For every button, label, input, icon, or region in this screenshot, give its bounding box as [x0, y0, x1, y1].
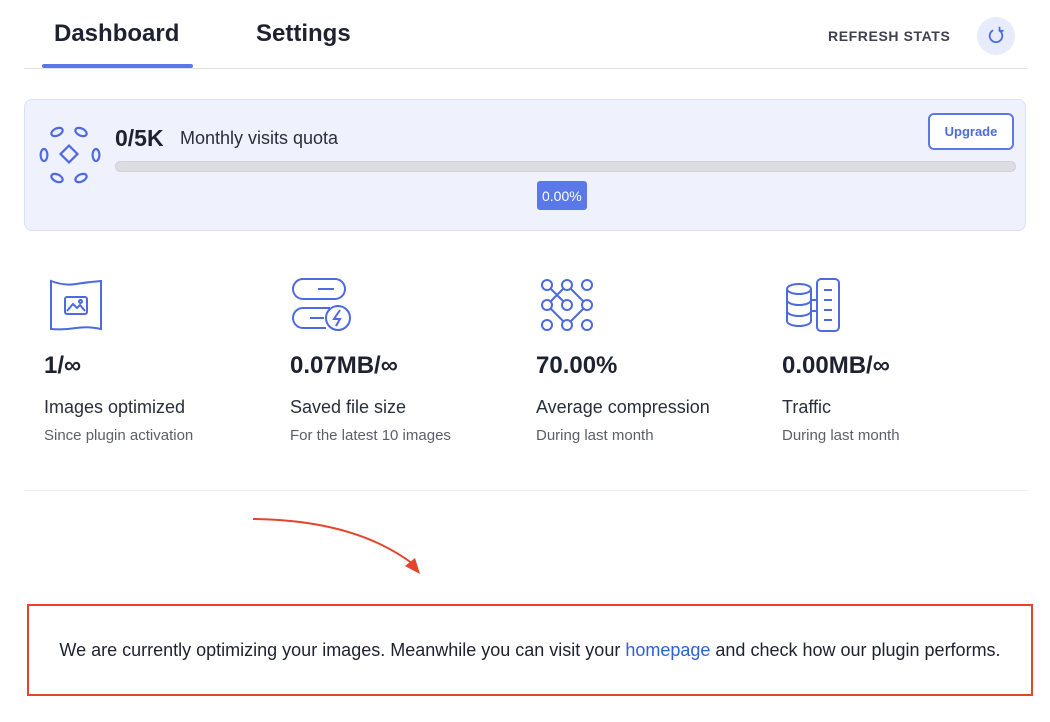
- stat-average-compression: 70.00% Average compression During last m…: [536, 276, 766, 444]
- quota-progress-bar: [115, 161, 1016, 172]
- refresh-icon: [988, 26, 1004, 44]
- tab-dashboard[interactable]: Dashboard: [54, 20, 179, 48]
- refresh-stats-button[interactable]: REFRESH STATS: [828, 28, 950, 44]
- stat-subtitle: For the latest 10 images: [290, 427, 451, 444]
- stat-value: 70.00%: [536, 352, 618, 379]
- traffic-database-icon: [786, 278, 840, 332]
- stat-label: Traffic: [782, 397, 832, 417]
- homepage-link[interactable]: homepage: [625, 640, 710, 660]
- stat-subtitle: During last month: [782, 427, 900, 444]
- stat-images-optimized: 1/∞ Images optimized Since plugin activa…: [44, 276, 274, 444]
- stat-value: 1/∞: [44, 352, 82, 379]
- image-frame-icon: [50, 279, 102, 331]
- quota-label: Monthly visits quota: [180, 128, 339, 148]
- annotation-arrow-icon: [252, 518, 420, 574]
- stat-traffic: 0.00MB/∞ Traffic During last month: [782, 276, 1012, 444]
- stat-label: Images optimized: [44, 397, 186, 417]
- stat-label: Saved file size: [290, 397, 407, 417]
- notice-text: We are currently optimizing your images.…: [59, 638, 1000, 662]
- quota-logo-icon: [39, 126, 101, 184]
- tab-bar: Dashboard Settings REFRESH STATS: [24, 0, 1028, 69]
- upgrade-button[interactable]: Upgrade: [928, 113, 1014, 150]
- stat-saved-file-size: 0.07MB/∞ Saved file size For the latest …: [290, 276, 520, 444]
- storage-savings-icon: [292, 278, 351, 331]
- quota-value: 0/5K: [115, 125, 164, 151]
- notice-text-after: and check how our plugin performs.: [710, 640, 1001, 660]
- tab-settings[interactable]: Settings: [256, 20, 351, 48]
- stat-label: Average compression: [536, 397, 710, 417]
- optimization-notice: We are currently optimizing your images.…: [27, 604, 1033, 696]
- stat-subtitle: Since plugin activation: [44, 427, 194, 444]
- stat-value: 0.00MB/∞: [782, 352, 890, 379]
- refresh-button[interactable]: [977, 17, 1015, 55]
- quota-card: 0/5K Monthly visits quota Upgrade 0.00%: [24, 99, 1026, 231]
- stat-value: 0.07MB/∞: [290, 352, 398, 379]
- active-tab-indicator: [42, 64, 193, 68]
- section-divider: [24, 490, 1028, 491]
- quota-progress-badge: 0.00%: [537, 181, 587, 210]
- compression-nodes-icon: [541, 279, 593, 331]
- notice-text-before: We are currently optimizing your images.…: [59, 640, 626, 660]
- stat-subtitle: During last month: [536, 427, 654, 444]
